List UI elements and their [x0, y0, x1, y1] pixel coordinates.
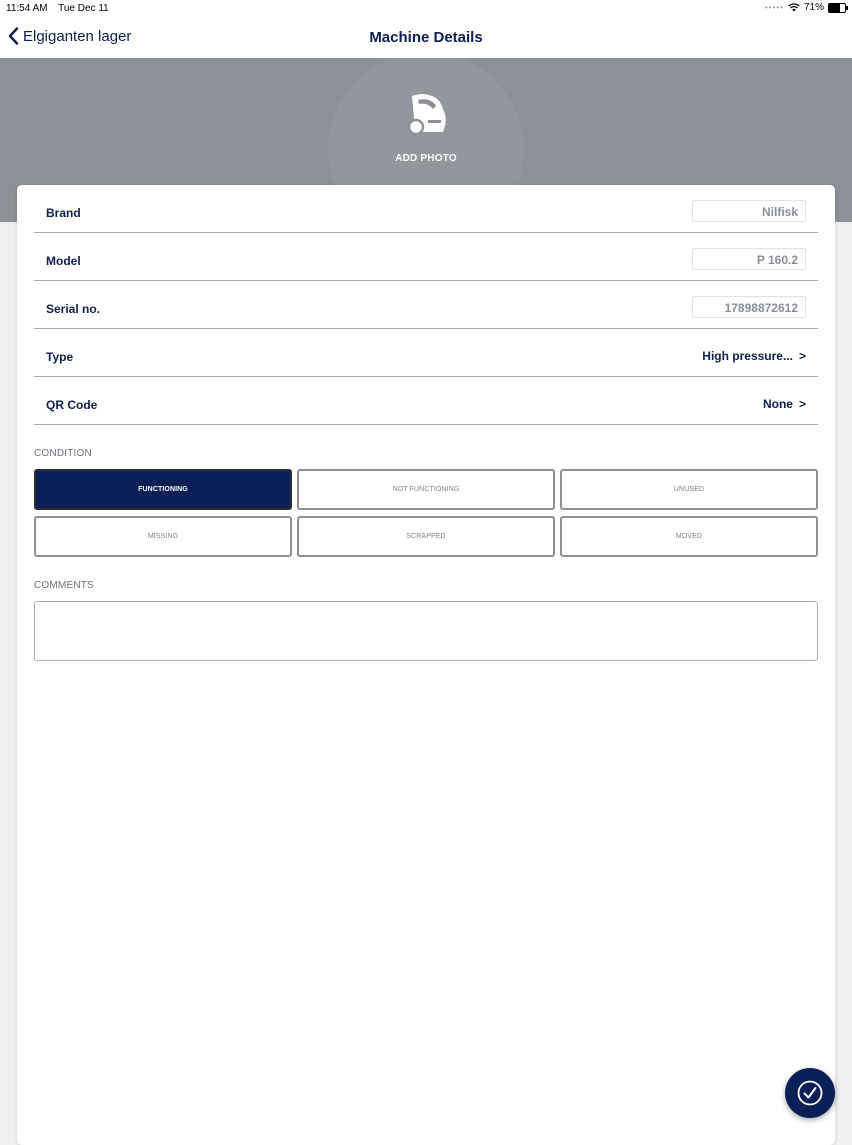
- qr-row[interactable]: QR Code None >: [34, 377, 818, 425]
- page-title: Machine Details: [369, 29, 483, 46]
- model-row: Model P 160.2: [34, 233, 818, 281]
- brand-label: Brand: [46, 206, 81, 220]
- status-right: ••••• 71%: [764, 2, 848, 13]
- qr-value: None: [762, 397, 793, 411]
- model-field[interactable]: P 160.2: [692, 248, 806, 270]
- battery-percent: 71%: [803, 2, 824, 13]
- save-button[interactable]: [785, 1068, 835, 1118]
- model-label: Model: [46, 254, 81, 268]
- battery-icon: [828, 2, 848, 13]
- condition-unused-button[interactable]: UNUSED: [560, 469, 818, 510]
- brand-field[interactable]: Nilfisk: [692, 200, 806, 222]
- type-select[interactable]: High pressure... >: [702, 349, 806, 363]
- add-photo-button[interactable]: ADD PHOTO: [376, 92, 476, 164]
- machine-icon: [407, 94, 446, 136]
- comments-field[interactable]: [34, 601, 818, 661]
- condition-functioning-button[interactable]: FUNCTIONING: [34, 469, 292, 510]
- checkmark-circle-icon: [797, 1080, 823, 1106]
- chevron-right-icon: >: [798, 397, 806, 411]
- battery-fill: [829, 3, 841, 12]
- serial-label: Serial no.: [46, 302, 101, 316]
- qr-label: QR Code: [46, 398, 98, 412]
- wifi-icon: [788, 3, 800, 12]
- condition-scrapped-button[interactable]: SCRAPPED: [297, 516, 555, 557]
- condition-not-functioning-button[interactable]: NOT FUNCTIONING: [297, 469, 555, 510]
- type-value: High pressure...: [702, 349, 793, 363]
- serial-field[interactable]: 17898872612: [692, 296, 806, 318]
- serial-row: Serial no. 17898872612: [34, 281, 818, 329]
- chevron-right-icon: >: [798, 349, 806, 363]
- condition-missing-button[interactable]: MISSING: [34, 516, 292, 557]
- status-bar: 11:54 AM Tue Dec 11 ••••• 71%: [0, 0, 852, 18]
- condition-moved-button[interactable]: MOVED: [560, 516, 818, 557]
- qr-select[interactable]: None >: [763, 397, 806, 411]
- machine-details-card: Brand Nilfisk Model P 160.2 Serial no. 1…: [17, 185, 835, 1145]
- comments-label: COMMENTS: [34, 580, 94, 591]
- condition-label: CONDITION: [34, 448, 92, 459]
- status-date: Tue Dec 11: [58, 3, 109, 14]
- type-row[interactable]: Type High pressure... >: [34, 329, 818, 377]
- status-left: 11:54 AM Tue Dec 11: [6, 3, 117, 14]
- nav-bar: Elgiganten lager Machine Details: [0, 18, 852, 58]
- signal-icon: •••••: [764, 3, 784, 12]
- add-photo-label: ADD PHOTO: [395, 153, 457, 164]
- type-label: Type: [46, 350, 74, 364]
- status-time: 11:54 AM: [6, 3, 48, 14]
- brand-row: Brand Nilfisk: [34, 185, 818, 233]
